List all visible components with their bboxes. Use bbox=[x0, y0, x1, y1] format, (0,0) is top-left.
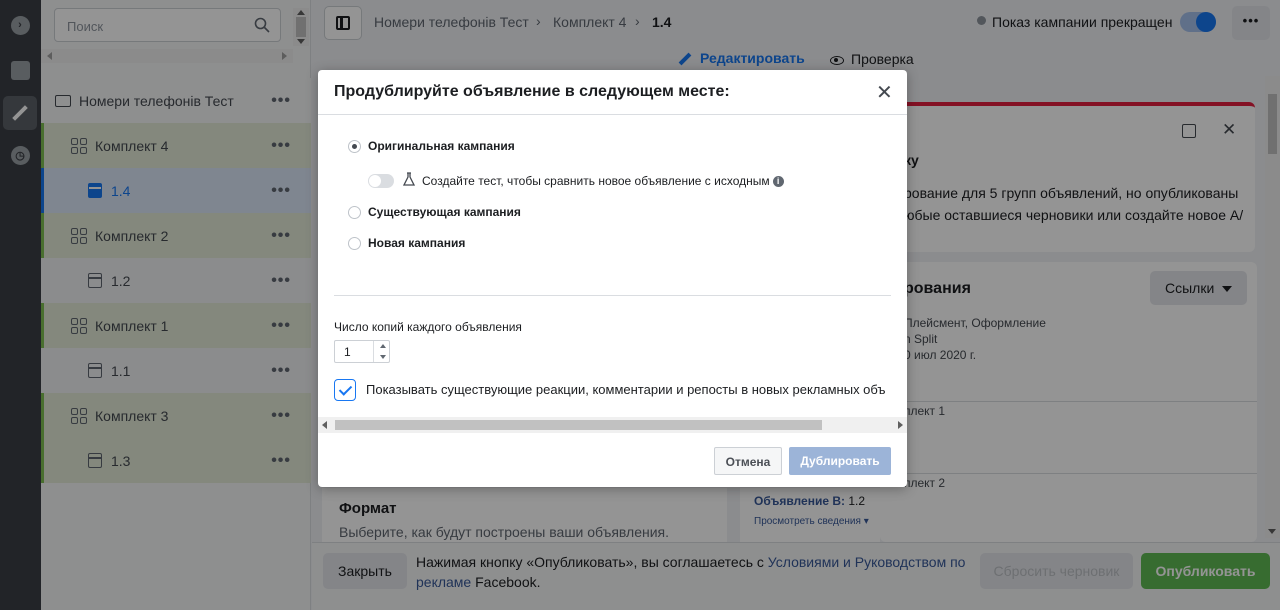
radio-original-campaign[interactable] bbox=[348, 140, 361, 153]
divider bbox=[334, 295, 891, 296]
ab-test-label: Создайте тест, чтобы сравнить новое объя… bbox=[422, 174, 784, 188]
checkbox-label: Показывать существующие реакции, коммент… bbox=[366, 382, 886, 397]
ab-test-toggle[interactable] bbox=[368, 174, 394, 188]
close-icon[interactable]: ✕ bbox=[876, 80, 893, 105]
copies-label: Число копий каждого объявления bbox=[334, 320, 522, 334]
stepper-up-icon[interactable] bbox=[380, 344, 386, 348]
info-icon[interactable]: i bbox=[772, 176, 784, 188]
cancel-button[interactable]: Отмена bbox=[714, 447, 782, 475]
copies-value: 1 bbox=[344, 345, 351, 359]
dialog-title: Продублируйте объявление в следующем мес… bbox=[334, 83, 730, 100]
duplicate-ad-dialog: Продублируйте объявление в следующем мес… bbox=[318, 70, 907, 487]
ab-test-text: Создайте тест, чтобы сравнить новое объя… bbox=[422, 174, 770, 188]
divider bbox=[318, 114, 907, 115]
show-social-proof-checkbox[interactable] bbox=[334, 379, 356, 401]
duplicate-button[interactable]: Дублировать bbox=[789, 447, 891, 475]
radio-label: Оригинальная кампания bbox=[368, 139, 515, 153]
radio-label: Новая кампания bbox=[368, 236, 466, 250]
stepper-down-icon[interactable] bbox=[380, 355, 386, 359]
dialog-horizontal-scrollbar[interactable] bbox=[318, 417, 907, 433]
copies-stepper[interactable]: 1 bbox=[334, 340, 390, 363]
radio-existing-campaign[interactable] bbox=[348, 206, 361, 219]
radio-new-campaign[interactable] bbox=[348, 237, 361, 250]
radio-label: Существующая кампания bbox=[368, 205, 521, 219]
flask-icon bbox=[403, 172, 415, 186]
